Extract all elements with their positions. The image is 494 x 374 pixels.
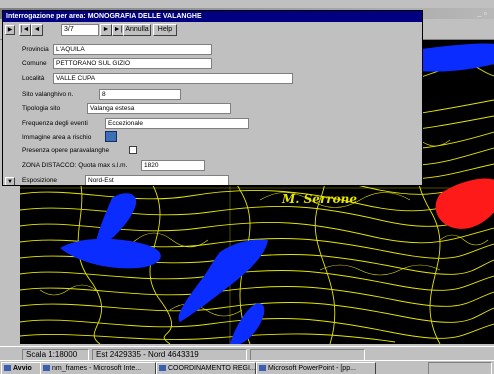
record-selector-up-icon[interactable]: ▶ [5,25,15,35]
taskbar-item-label: nm_frames - Microsoft Inte... [52,365,142,372]
desktop: _ ▫ x [0,0,494,374]
system-tray[interactable] [428,362,492,374]
presenza-label: Presenza opere paravalanghe [22,147,110,154]
zona-label: ZONA DISTACCO: Quota max s.l.m. [22,162,128,169]
immagine-label: Immagine area a rischio [22,134,92,141]
quota-field[interactable]: 1820 [141,160,205,171]
sito-field[interactable]: 8 [99,89,181,100]
taskbar-item-label: Microsoft PowerPoint - [pp... [268,365,356,372]
tipologia-label: Tipologia sito [22,105,61,112]
sito-label: Sito valanghivo n. [22,91,74,98]
place-label: M. Serrone [281,192,357,206]
taskbar-item-gis[interactable]: COORDINAMENTO REGI... [156,362,256,374]
taskbar-item-browser[interactable]: nm_frames - Microsoft Inte... [40,362,156,374]
powerpoint-icon [259,365,266,371]
record-counter[interactable]: 3/7 [61,24,99,36]
dialog-titlebar[interactable]: Interrogazione per area: MONOGRAFIA DELL… [3,11,422,22]
localita-field[interactable]: VALLE CUPA [53,73,293,84]
presenza-checkbox[interactable] [129,146,137,154]
start-label: Avvio [13,365,32,372]
browser-icon [43,365,50,371]
frequenza-label: Frequenza degli eventi [22,120,88,127]
esposizione-label: Esposizione [22,177,58,184]
record-selector-down-icon[interactable]: ▼ [5,177,15,185]
taskbar: Avvio nm_frames - Microsoft Inte... COOR… [0,360,494,374]
localita-label: Località [22,75,45,82]
windows-logo-icon [4,365,11,371]
status-bar: Scala 1:18000 Est 2429335 - Nord 4643319 [0,346,494,361]
prev-record-button[interactable]: ◄ [31,24,43,36]
window-controls[interactable]: _ ▫ x [476,9,488,27]
taskbar-item-label: COORDINAMENTO REGI... [168,365,256,372]
taskbar-item-powerpoint[interactable]: Microsoft PowerPoint - [pp... [256,362,376,374]
record-selector: ▶ ▼ [5,25,15,185]
dialog-title: Interrogazione per area: MONOGRAFIA DELL… [6,13,202,20]
annulla-button[interactable]: Annulla [123,24,151,36]
image-thumbnail[interactable] [105,131,117,142]
tipologia-field[interactable]: Valanga estesa [87,103,231,114]
start-button[interactable]: Avvio [1,362,41,374]
comune-label: Comune [22,60,47,67]
help-button[interactable]: Help [153,24,177,36]
gis-app-icon [159,365,166,371]
first-record-button[interactable]: |◄ [19,24,31,36]
frequenza-field[interactable]: Eccezionale [105,118,249,129]
esposizione-field[interactable]: Nord-Est [85,175,229,185]
provincia-label: Provincia [22,46,49,53]
next-record-button[interactable]: ► [100,24,112,36]
comune-field[interactable]: PETTORANO SUL GIZIO [53,58,212,69]
query-dialog: Interrogazione per area: MONOGRAFIA DELL… [2,10,423,186]
provincia-field[interactable]: L'AQUILA [53,44,212,55]
